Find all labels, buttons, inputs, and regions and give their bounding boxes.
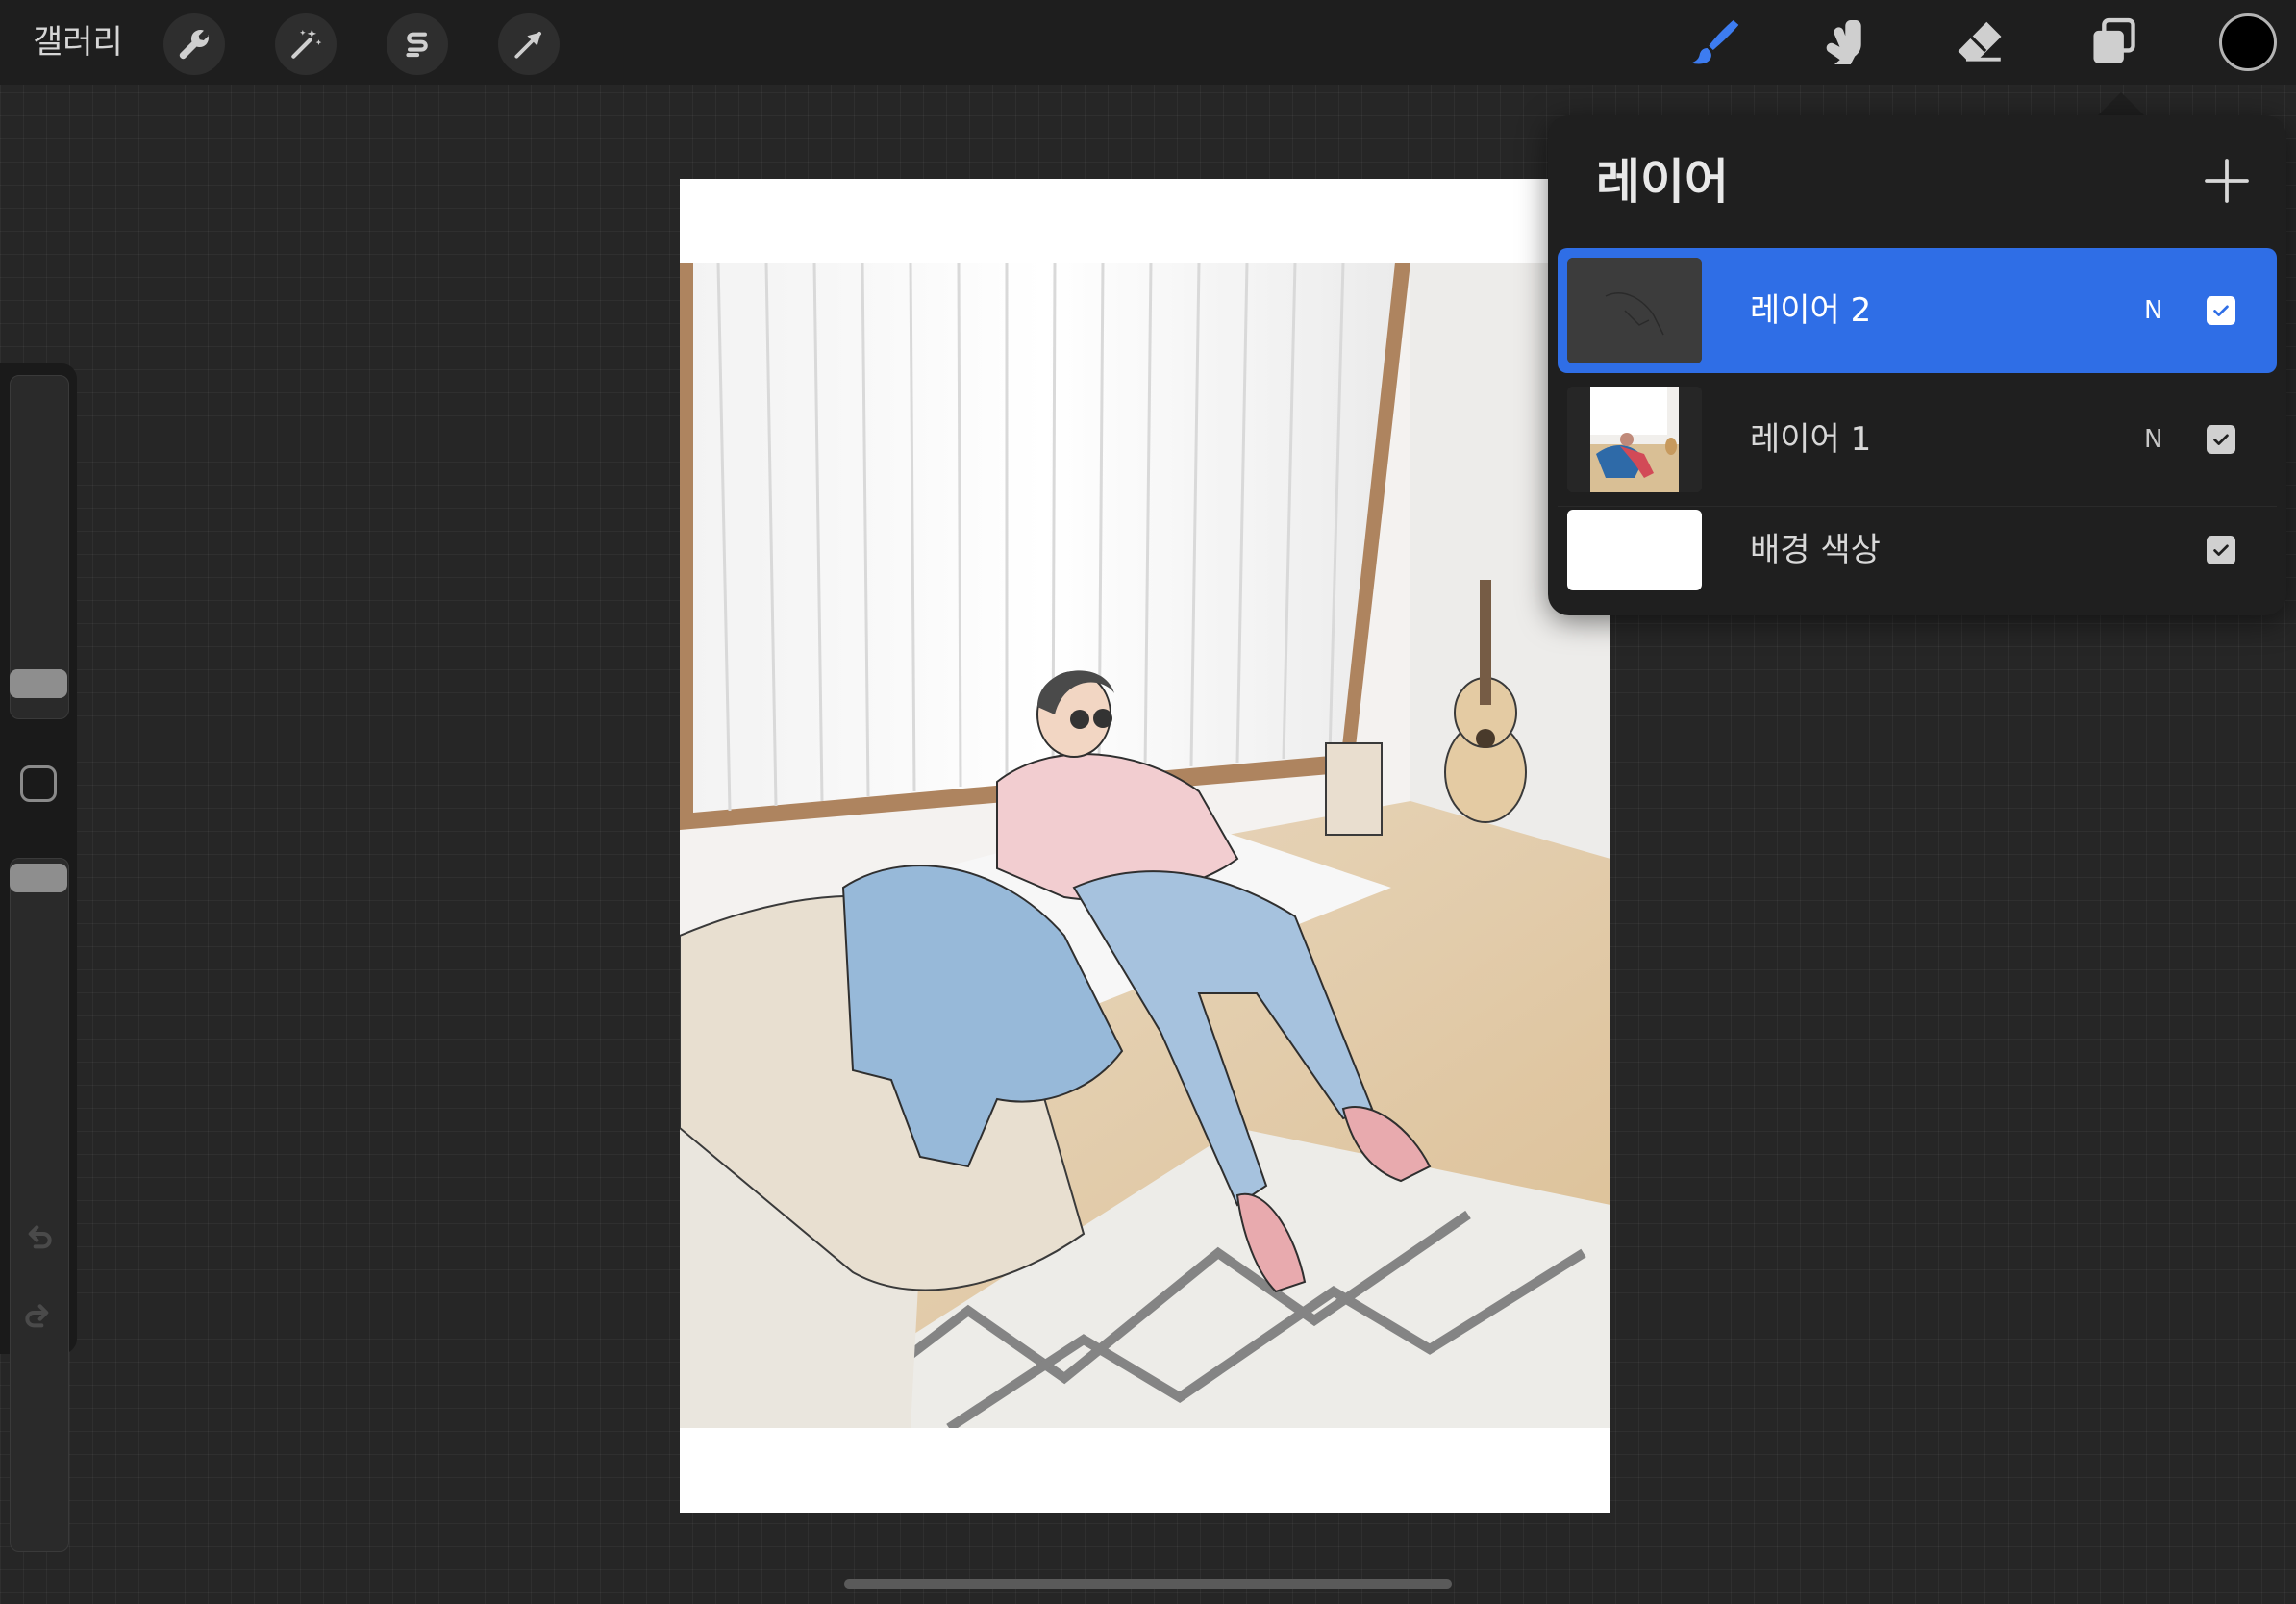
selection-s-icon <box>406 32 428 58</box>
magic-wand-icon <box>291 29 322 59</box>
selection-button[interactable] <box>387 13 448 75</box>
brush-size-handle[interactable] <box>10 669 67 698</box>
home-indicator[interactable] <box>844 1579 1452 1589</box>
opacity-handle[interactable] <box>10 864 67 892</box>
layers-panel-arrow <box>2096 92 2146 117</box>
layer-thumbnail <box>1567 510 1702 590</box>
drawing-canvas[interactable] <box>680 179 1610 1513</box>
checkmark-icon <box>2213 305 2229 316</box>
gallery-button[interactable]: 갤러리 <box>33 17 123 67</box>
redo-button[interactable] <box>19 1298 58 1337</box>
add-layer-button[interactable] <box>2200 154 2254 208</box>
brush-icon <box>1691 20 1739 64</box>
eraser-icon <box>1958 21 2002 62</box>
adjustments-button[interactable] <box>275 13 337 75</box>
top-toolbar: 갤러리 <box>0 0 2296 85</box>
blend-mode-button[interactable]: N <box>2144 377 2162 502</box>
layer-name: 배경 색상 <box>1750 531 1881 569</box>
layer-name: 레이어 1 <box>1750 420 1872 459</box>
smudge-icon <box>1826 20 1861 64</box>
layer-row-layer-1[interactable]: 레이어 1 N <box>1558 377 2277 502</box>
modify-button[interactable] <box>20 765 57 802</box>
undo-button[interactable] <box>19 1219 58 1258</box>
color-picker-button[interactable] <box>2219 13 2277 71</box>
visibility-checkbox[interactable] <box>2207 536 2235 564</box>
brush-tool-button[interactable] <box>1680 12 1745 73</box>
layer-1-thumbnail-photo <box>1567 387 1702 492</box>
layer-name: 레이어 2 <box>1750 291 1872 330</box>
opacity-slider[interactable] <box>10 858 69 1552</box>
artwork-svg <box>680 263 1610 1428</box>
wrench-icon <box>179 30 210 60</box>
transform-button[interactable] <box>498 13 560 75</box>
visibility-checkbox[interactable] <box>2207 296 2235 325</box>
smudge-tool-button[interactable] <box>1813 12 1879 73</box>
layers-panel: 레이어 레이어 2 N 레이어 1 N 배경 색상 <box>1548 115 2286 615</box>
artwork-illustration <box>680 263 1610 1428</box>
layer-thumbnail <box>1567 258 1702 363</box>
layers-panel-title: 레이어 <box>1596 154 1729 210</box>
blend-mode-button[interactable]: N <box>2144 248 2162 373</box>
layers-icon <box>2093 17 2135 63</box>
redo-icon <box>25 1304 49 1328</box>
checkmark-icon <box>2213 544 2229 556</box>
layer-thumbnail <box>1567 387 1702 492</box>
layer-row-layer-2[interactable]: 레이어 2 N <box>1558 248 2277 373</box>
actions-button[interactable] <box>163 13 225 75</box>
layers-tool-button[interactable] <box>2081 12 2146 73</box>
layer-2-thumbnail-sketch <box>1567 258 1702 363</box>
arrow-cursor-icon <box>514 32 541 59</box>
layer-row-background-color[interactable]: 배경 색상 <box>1558 492 2277 608</box>
visibility-checkbox[interactable] <box>2207 425 2235 454</box>
left-sidebar <box>0 363 77 1552</box>
checkmark-icon <box>2213 434 2229 445</box>
eraser-tool-button[interactable] <box>1947 12 2012 73</box>
plus-icon <box>2205 159 2249 203</box>
undo-icon <box>28 1225 52 1249</box>
brush-size-slider[interactable] <box>10 375 69 719</box>
